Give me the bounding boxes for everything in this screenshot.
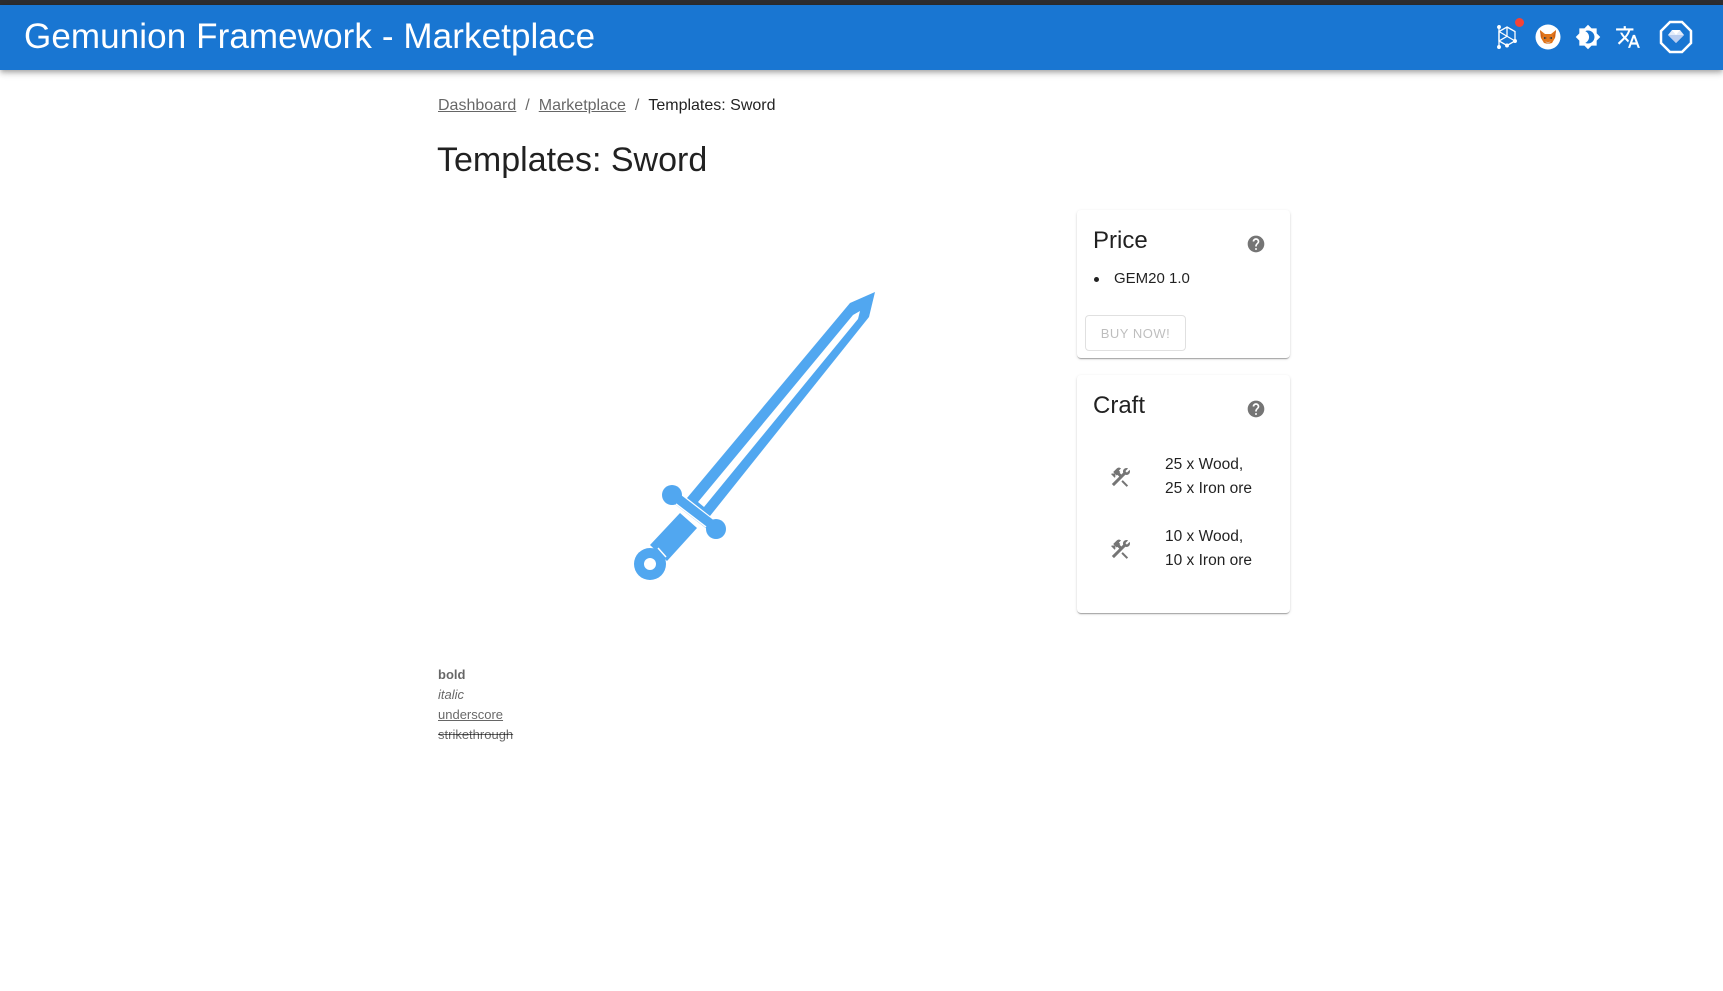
craft-recipe-line: 10 x Wood, — [1165, 528, 1244, 545]
page-title: Templates: Sword — [437, 141, 708, 179]
sword-icon — [634, 292, 875, 580]
theme-toggle-icon — [1575, 24, 1601, 50]
buy-now-button[interactable]: BUY NOW! — [1085, 315, 1186, 351]
construction-tools-icon — [1111, 539, 1130, 559]
craft-recipe-item[interactable]: 25 x Wood, 25 x Iron ore — [1077, 449, 1290, 505]
description-italic: italic — [438, 687, 465, 702]
breadcrumb-dashboard[interactable]: Dashboard — [438, 95, 516, 117]
craft-card: Craft 25 x Wood, 25 x Iron ore 10 x Wood… — [1077, 375, 1290, 613]
gemunion-logo-icon — [1659, 20, 1693, 54]
notification-badge — [1515, 18, 1524, 27]
price-card-title: Price — [1093, 227, 1148, 254]
craft-recipe-text: 10 x Wood, 10 x Iron ore — [1165, 525, 1252, 573]
template-description: bold italic underscore strikethrough — [438, 665, 513, 745]
price-item: GEM20 1.0 — [1093, 268, 1190, 290]
price-card: Price GEM20 1.0 BUY NOW! — [1077, 210, 1290, 358]
help-icon[interactable] — [1246, 234, 1266, 254]
description-bold: bold — [438, 667, 466, 682]
craft-recipe-line: 10 x Iron ore — [1165, 552, 1253, 569]
breadcrumb-separator: / — [634, 97, 640, 114]
breadcrumb-current: Templates: Sword — [648, 97, 776, 114]
gemunion-logo-button[interactable] — [1656, 17, 1696, 57]
craft-card-title: Craft — [1093, 392, 1146, 419]
network-button[interactable] — [1487, 17, 1527, 57]
breadcrumb-marketplace[interactable]: Marketplace — [539, 95, 626, 117]
template-image — [620, 280, 890, 590]
description-underscore: underscore — [438, 707, 504, 722]
metamask-fox-icon — [1535, 24, 1561, 50]
breadcrumb: Dashboard / Marketplace / Templates: Swo… — [438, 95, 776, 117]
help-icon[interactable] — [1246, 399, 1266, 419]
breadcrumb-separator: / — [525, 97, 530, 114]
construction-tools-icon — [1111, 467, 1130, 487]
app-bar: Gemunion Framework - Marketplace — [0, 5, 1723, 70]
craft-recipe-item[interactable]: 10 x Wood, 10 x Iron ore — [1077, 521, 1290, 577]
app-title: Gemunion Framework - Marketplace — [24, 17, 596, 56]
metamask-button[interactable] — [1528, 17, 1568, 57]
craft-recipe-line: 25 x Wood, — [1165, 456, 1244, 473]
network-icon — [1497, 25, 1517, 49]
craft-recipe-text: 25 x Wood, 25 x Iron ore — [1165, 453, 1252, 501]
craft-recipe-line: 25 x Iron ore — [1165, 480, 1253, 497]
price-list: GEM20 1.0 — [1093, 268, 1190, 290]
theme-toggle-button[interactable] — [1568, 17, 1608, 57]
language-button[interactable] — [1608, 17, 1648, 57]
translate-icon — [1616, 26, 1640, 48]
description-strikethrough: strikethrough — [438, 727, 514, 742]
